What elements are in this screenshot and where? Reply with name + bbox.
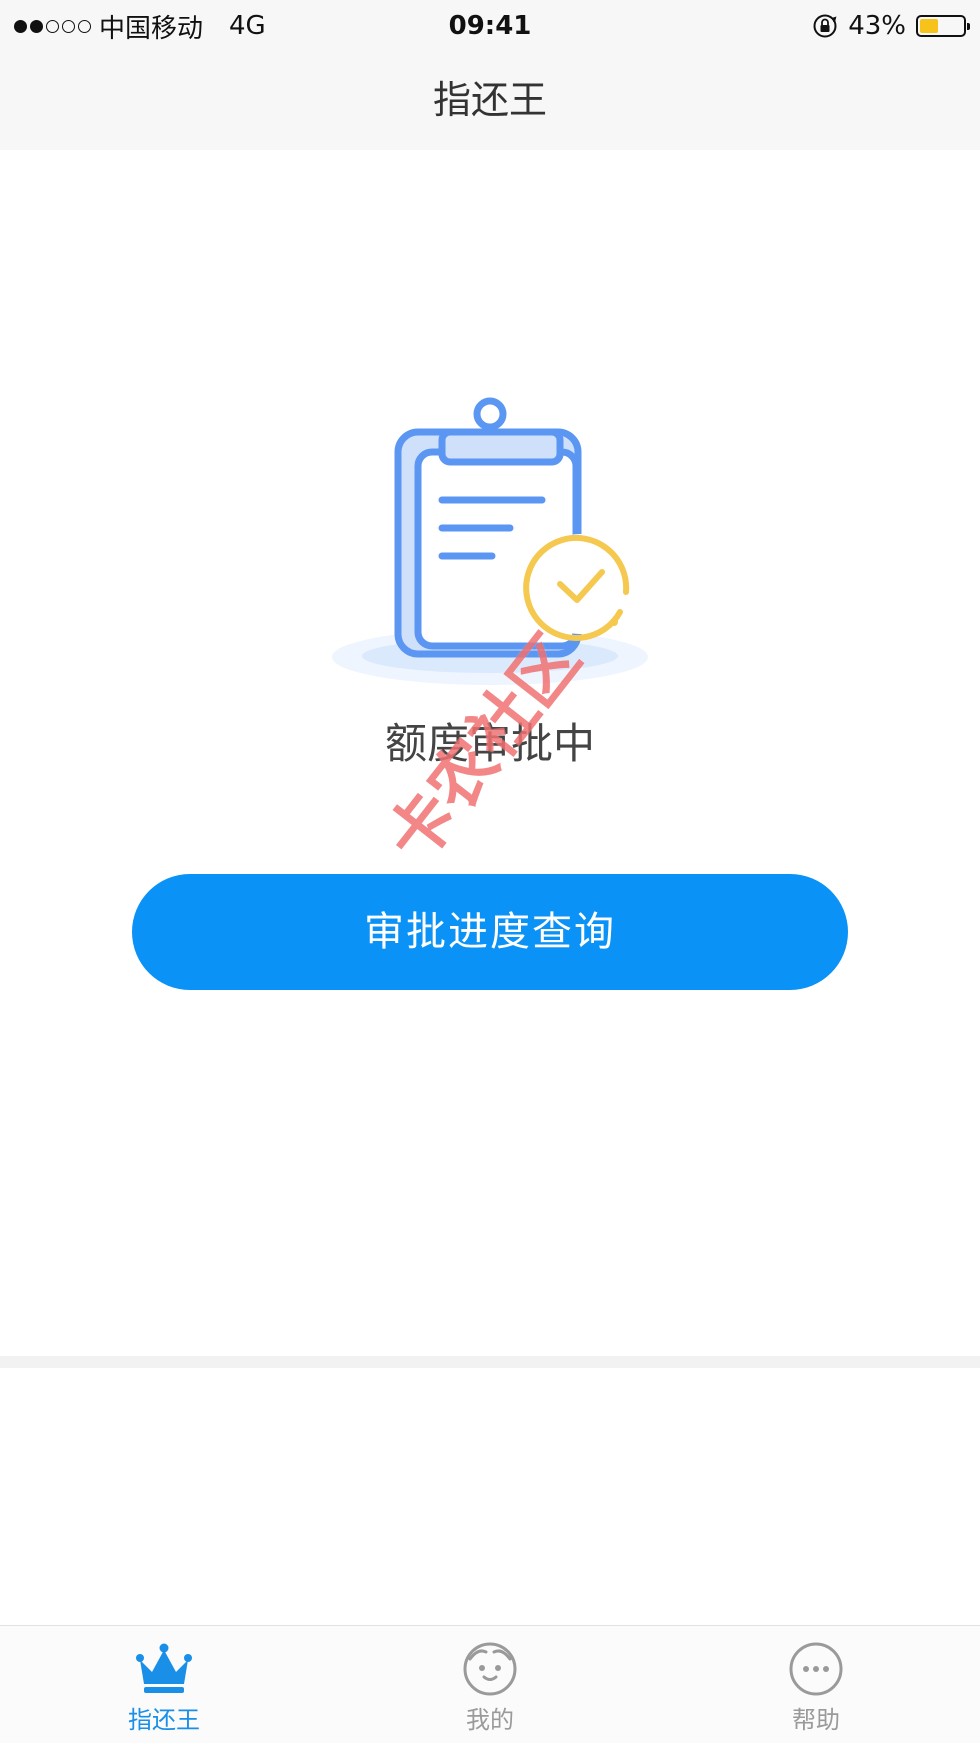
tab-label: 帮助 — [792, 1706, 840, 1734]
battery-icon — [916, 15, 970, 37]
navigation-bar: 指还王 — [0, 52, 980, 150]
crown-icon — [136, 1643, 192, 1693]
tab-label: 指还王 — [128, 1706, 200, 1734]
tab-label: 我的 — [466, 1706, 514, 1734]
battery-percent: 43% — [848, 11, 906, 41]
more-dots-icon — [789, 1642, 843, 1696]
rotation-lock-icon — [813, 14, 837, 38]
status-bar-right: 43% — [812, 8, 970, 44]
status-bar: 中国移动 4G 09:41 43% — [0, 0, 980, 52]
battery-level-fill — [920, 19, 939, 33]
face-icon — [463, 1642, 517, 1696]
tab-zhihuanwang[interactable]: 指还王 — [64, 1626, 264, 1744]
tab-bar: 指还王 我的 帮助 — [0, 1625, 980, 1743]
tab-help[interactable]: 帮助 — [716, 1626, 916, 1744]
page-title: 指还王 — [432, 78, 547, 122]
tab-mine[interactable]: 我的 — [390, 1626, 590, 1744]
section-divider — [0, 1356, 980, 1368]
approval-status-text: 额度审批中 — [384, 719, 595, 768]
clipboard-check-icon — [332, 397, 648, 685]
approval-progress-query-button[interactable]: 审批进度查询 — [132, 874, 848, 990]
